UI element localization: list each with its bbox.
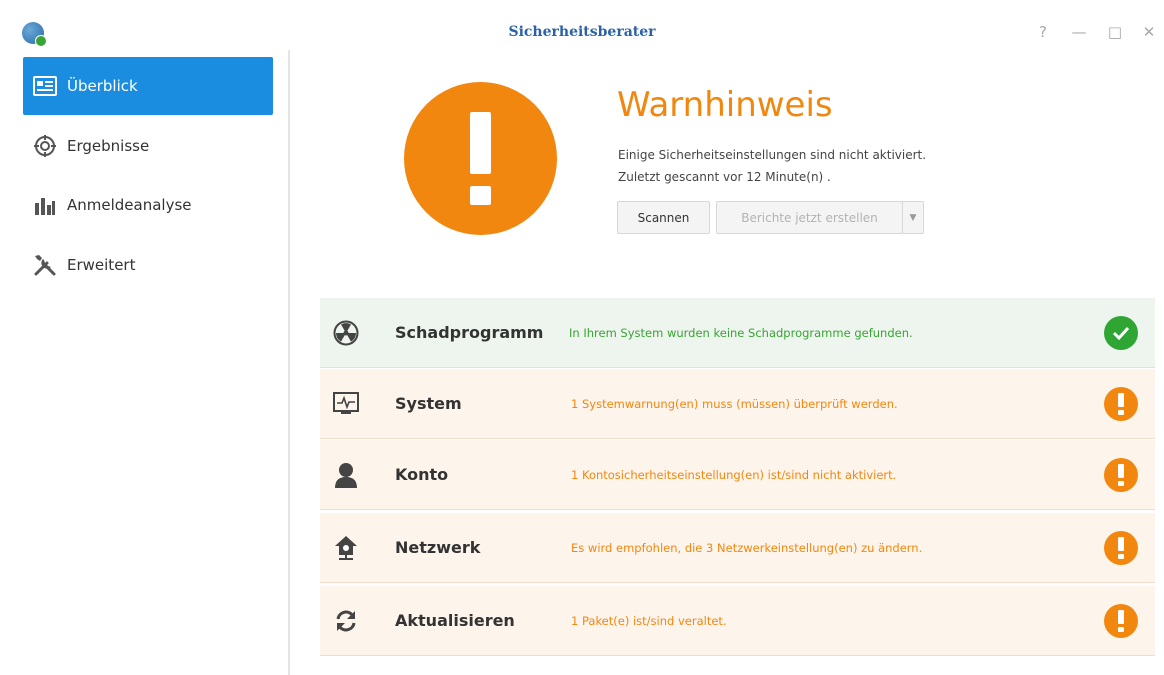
radiation-icon (332, 319, 360, 347)
home-network-icon (332, 534, 360, 562)
maximize-button[interactable]: □ (1104, 22, 1126, 42)
sidebar-item-login-analysis[interactable]: Anmeldeanalyse (23, 176, 273, 234)
sidebar-item-overview[interactable]: Überblick (23, 57, 273, 115)
status-description: Einige Sicherheitseinstellungen sind nic… (618, 148, 927, 162)
monitor-pulse-icon (332, 390, 360, 418)
sidebar: Überblick Ergebnisse Anmeldeanalyse Erwe… (0, 50, 290, 675)
result-message: Es wird empfohlen, die 3 Netzwerkeinstel… (571, 540, 923, 555)
result-name: Konto (395, 465, 449, 484)
status-title: Warnhinweis (617, 85, 833, 125)
sidebar-item-label: Überblick (67, 77, 138, 95)
warning-icon (404, 82, 557, 235)
create-report-button[interactable]: Berichte jetzt erstellen (716, 201, 903, 234)
sidebar-item-label: Erweitert (67, 256, 136, 274)
close-button[interactable]: ✕ (1138, 22, 1160, 42)
check-icon (1104, 315, 1138, 350)
result-name: Netzwerk (395, 538, 481, 557)
result-row-network[interactable]: Netzwerk Es wird empfohlen, die 3 Netzwe… (320, 513, 1155, 583)
bar-chart-icon (31, 191, 59, 219)
exclamation-icon (1104, 530, 1138, 565)
result-row-account[interactable]: Konto 1 Kontosicherheitseinstellung(en) … (320, 440, 1155, 510)
minimize-button[interactable]: — (1068, 22, 1090, 42)
tools-icon (31, 251, 59, 279)
result-message: In Ihrem System wurden keine Schadprogra… (569, 325, 913, 340)
sidebar-item-label: Anmeldeanalyse (67, 196, 192, 214)
exclamation-icon (1104, 457, 1138, 492)
result-message: 1 Kontosicherheitseinstellung(en) ist/si… (571, 467, 897, 482)
chevron-down-icon: ▼ (909, 212, 917, 223)
report-dropdown-button[interactable]: ▼ (902, 201, 924, 234)
target-icon (31, 132, 59, 160)
refresh-icon (332, 607, 360, 635)
result-name: System (395, 394, 462, 413)
result-name: Schadprogramm (395, 323, 544, 342)
last-scan-text: Zuletzt gescannt vor 12 Minute(n) . (618, 170, 831, 184)
result-message: 1 Paket(e) ist/sind veraltet. (571, 613, 727, 628)
exclamation-icon (1104, 603, 1138, 638)
result-message: 1 Systemwarnung(en) muss (müssen) überpr… (571, 396, 898, 411)
title-bar: Sicherheitsberater ? — □ ✕ (0, 0, 1164, 50)
sidebar-item-label: Ergebnisse (67, 137, 150, 155)
sidebar-item-advanced[interactable]: Erweitert (23, 236, 273, 294)
result-name: Aktualisieren (395, 611, 515, 630)
exclamation-icon (1104, 386, 1138, 421)
scan-button[interactable]: Scannen (617, 201, 710, 234)
help-button[interactable]: ? (1032, 22, 1054, 42)
overview-icon (31, 72, 59, 100)
window-title: Sicherheitsberater (508, 24, 656, 40)
sidebar-item-results[interactable]: Ergebnisse (23, 117, 273, 175)
result-row-malware[interactable]: Schadprogramm In Ihrem System wurden kei… (320, 298, 1155, 368)
result-row-update[interactable]: Aktualisieren 1 Paket(e) ist/sind veralt… (320, 586, 1155, 656)
user-icon (332, 461, 360, 489)
result-row-system[interactable]: System 1 Systemwarnung(en) muss (müssen)… (320, 369, 1155, 439)
